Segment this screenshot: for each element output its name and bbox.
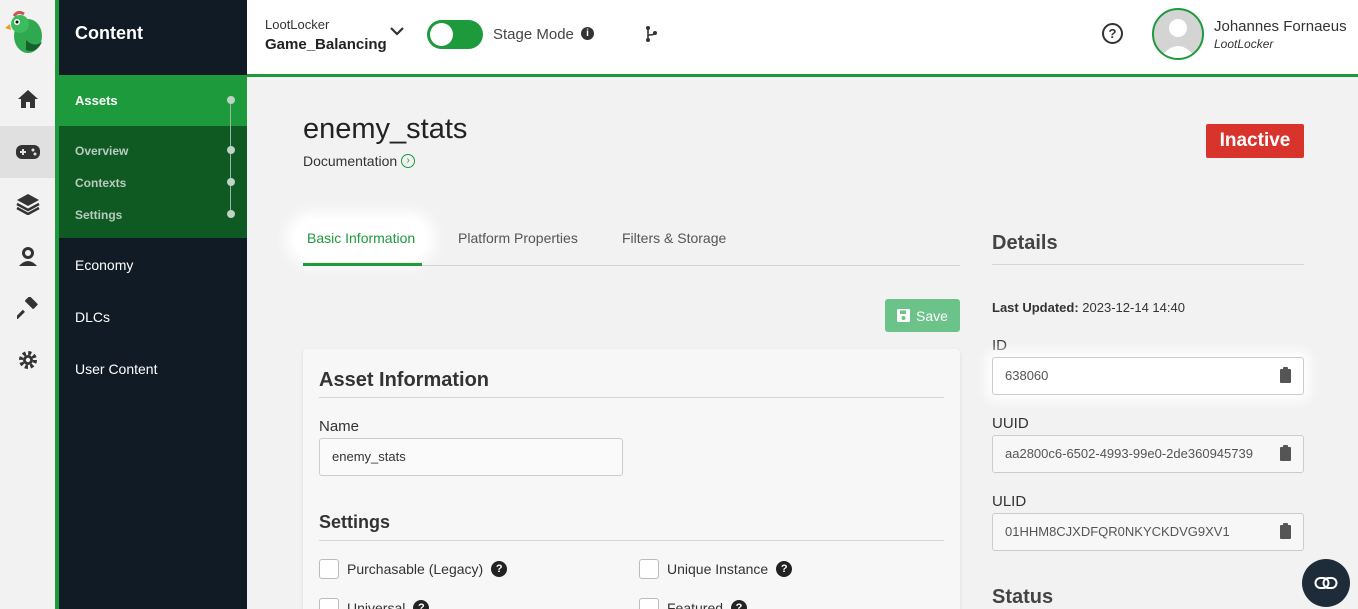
clipboard-icon[interactable] [1280, 367, 1291, 383]
last-updated-label: Last Updated: [992, 300, 1079, 315]
arrow-right-circle-icon: › [401, 154, 416, 168]
id-label: ID [992, 337, 1007, 354]
tree-dot [227, 96, 235, 104]
sidebar-item-economy[interactable]: Economy [75, 257, 133, 273]
documentation-link[interactable]: Documentation › [303, 153, 416, 169]
sidebar-item-contexts[interactable]: Contexts [75, 176, 126, 190]
sidebar-item-assets[interactable]: Assets [55, 75, 247, 126]
stage-mode-toggle[interactable] [427, 20, 483, 49]
game-selector[interactable]: Game_Balancing [265, 36, 387, 53]
toggle-knob [430, 23, 453, 46]
status-badge: Inactive [1206, 124, 1304, 158]
sidebar-item-dlcs[interactable]: DLCs [75, 309, 110, 325]
floppy-icon [897, 309, 911, 322]
checkbox-label: Featured [667, 600, 724, 609]
question-icon[interactable]: ? [491, 561, 508, 577]
asset-information-heading: Asset Information [319, 369, 490, 391]
tree-dot [227, 178, 235, 186]
clipboard-icon[interactable] [1280, 523, 1291, 539]
name-input[interactable]: enemy_stats [319, 438, 623, 476]
id-field[interactable]: 638060 [992, 357, 1304, 395]
checkbox-box[interactable] [319, 598, 339, 609]
ulid-value: 01HHM8CJXDFQR0NKYCKDVG9XV1 [1005, 524, 1230, 539]
checkbox-box[interactable] [319, 559, 339, 579]
player-icon[interactable] [0, 230, 55, 282]
user-company: LootLocker [1214, 37, 1274, 51]
top-bar-accent [247, 74, 1358, 77]
checkbox-label: Unique Instance [667, 561, 769, 577]
hammer-icon[interactable] [0, 282, 55, 334]
home-icon[interactable] [0, 73, 55, 125]
clipboard-icon[interactable] [1280, 445, 1291, 461]
checkbox-featured[interactable]: Featured ? [639, 598, 748, 609]
checkbox-purchasable[interactable]: Purchasable (Legacy) ? [319, 559, 508, 579]
ulid-field[interactable]: 01HHM8CJXDFQR0NKYCKDVG9XV1 [992, 513, 1304, 551]
details-heading: Details [992, 232, 1058, 254]
page-title: enemy_stats [303, 113, 468, 145]
documentation-label: Documentation [303, 153, 398, 169]
question-icon[interactable]: ? [731, 600, 748, 609]
tree-dot [227, 210, 235, 218]
sidebar-tree-line [230, 100, 231, 214]
divider [992, 264, 1304, 265]
question-icon[interactable]: ? [776, 561, 793, 577]
name-label: Name [319, 418, 360, 435]
branch-icon[interactable] [645, 25, 657, 43]
checkbox-label: Purchasable (Legacy) [347, 561, 484, 577]
layers-icon[interactable] [0, 178, 55, 230]
user-name[interactable]: Johannes Fornaeus [1214, 18, 1347, 35]
save-button[interactable]: Save [885, 299, 960, 332]
divider [319, 397, 944, 398]
top-bar: LootLocker Game_Balancing Stage Mode i ?… [247, 0, 1358, 74]
status-heading: Status [992, 586, 1054, 608]
info-icon[interactable]: i [581, 27, 594, 40]
settings-icon[interactable] [0, 334, 55, 386]
uuid-field[interactable]: aa2800c6-6502-4993-99e0-2de360945739 [992, 435, 1304, 473]
uuid-value: aa2800c6-6502-4993-99e0-2de360945739 [1005, 446, 1253, 461]
sidebar-item-overview[interactable]: Overview [75, 144, 128, 158]
stage-mode-label: Stage Mode [493, 26, 574, 43]
sidebar-item-settings[interactable]: Settings [75, 208, 122, 222]
sidebar: Content Assets Overview Contexts Setting… [55, 0, 247, 609]
checkbox-label: Universal [347, 600, 406, 609]
uuid-label: UUID [992, 415, 1029, 432]
divider [319, 540, 944, 541]
last-updated-value: 2023-12-14 14:40 [1082, 300, 1185, 315]
icon-rail [0, 0, 55, 609]
id-value: 638060 [1005, 368, 1049, 383]
org-name: LootLocker [265, 17, 330, 32]
last-updated: Last Updated: 2023-12-14 14:40 [992, 300, 1185, 315]
active-tab-indicator [303, 263, 422, 266]
checkbox-universal[interactable]: Universal ? [319, 598, 430, 609]
tab-filters-storage[interactable]: Filters & Storage [622, 230, 726, 246]
help-icon[interactable]: ? [1102, 23, 1123, 44]
save-label: Save [916, 307, 948, 324]
ulid-label: ULID [992, 493, 1027, 510]
parrot-logo[interactable] [4, 10, 46, 56]
checkbox-box[interactable] [639, 559, 659, 579]
gamepad-icon[interactable] [0, 126, 55, 178]
tree-dot [227, 146, 235, 154]
asset-information-card: Asset Information Name enemy_stats Setti… [303, 349, 960, 609]
avatar[interactable] [1152, 8, 1204, 60]
sidebar-title: Content [75, 23, 143, 43]
question-icon[interactable]: ? [413, 600, 430, 609]
sidebar-item-label: Assets [75, 93, 118, 108]
settings-heading: Settings [319, 512, 391, 532]
tab-platform-properties[interactable]: Platform Properties [458, 230, 578, 246]
chat-widget-button[interactable] [1302, 559, 1350, 607]
sidebar-item-user-content[interactable]: User Content [75, 361, 157, 377]
chevron-down-icon[interactable] [390, 26, 404, 36]
checkbox-unique-instance[interactable]: Unique Instance ? [639, 559, 793, 579]
link-icon [1314, 577, 1338, 589]
tab-basic-information[interactable]: Basic Information [307, 230, 415, 246]
checkbox-box[interactable] [639, 598, 659, 609]
